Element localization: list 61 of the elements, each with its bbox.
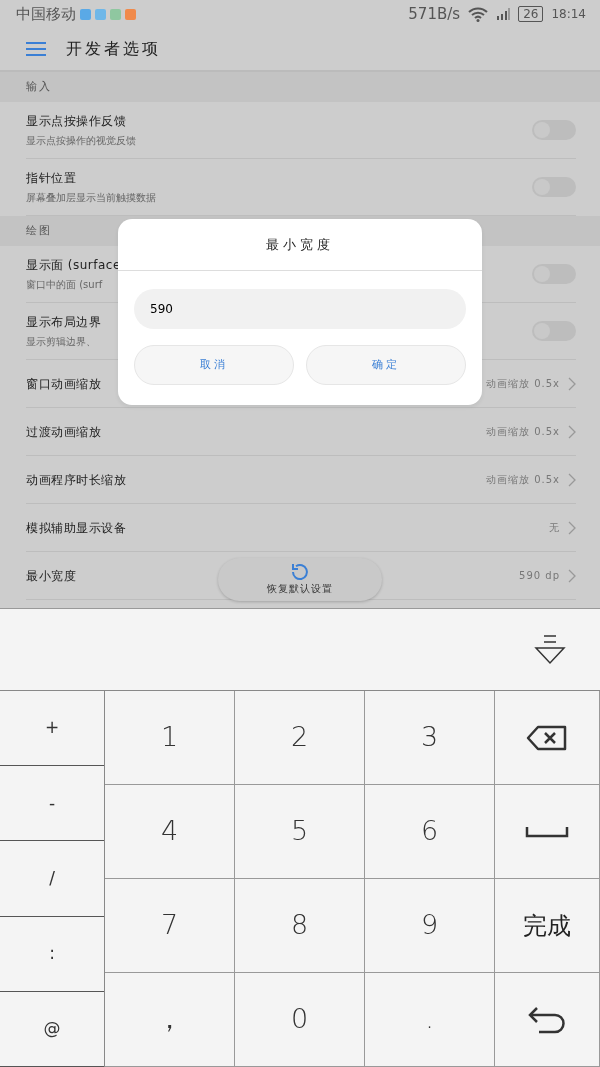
confirm-button[interactable]: 确定	[306, 345, 466, 385]
keyboard-key[interactable]: 3	[365, 691, 495, 785]
done-key[interactable]: 完成	[495, 879, 600, 973]
wifi-icon	[468, 6, 489, 22]
app-notification-icon	[80, 8, 91, 20]
dialog-title: 最小宽度	[266, 235, 334, 254]
setting-title: 指针位置	[26, 170, 77, 187]
chevron-right-icon	[568, 568, 576, 583]
setting-description: 显示点按操作的视觉反馈	[26, 134, 136, 148]
setting-title: 显示布局边界	[26, 314, 101, 331]
keyboard-key[interactable]: .	[365, 973, 495, 1067]
chevron-right-icon	[568, 520, 576, 535]
setting-value: 动画缩放 0.5x	[486, 377, 560, 391]
restore-defaults-button[interactable]: 恢复默认设置	[218, 558, 382, 601]
setting-description: 窗口中的面 (surf	[26, 278, 104, 292]
keyboard-key[interactable]: ，	[105, 973, 235, 1067]
setting-title: 显示面 (surface	[26, 257, 121, 274]
page-title: 开发者选项	[66, 38, 161, 60]
clock: 18:14	[551, 6, 586, 23]
menu-icon[interactable]	[26, 41, 46, 57]
keyboard-key[interactable]: 5	[235, 785, 365, 879]
setting-value: 590 dp	[519, 569, 560, 583]
app-notification-icon	[95, 8, 106, 20]
network-speed: 571B/s	[408, 3, 461, 25]
carrier-name: 中国移动	[16, 3, 76, 25]
section-header: 输入	[26, 78, 52, 95]
enter-key[interactable]	[495, 973, 600, 1067]
space-icon	[525, 825, 569, 838]
setting-title: 过渡动画缩放	[26, 423, 101, 441]
keyboard-key[interactable]: 1	[105, 691, 235, 785]
signal-icon	[496, 8, 511, 20]
section-header: 绘图	[26, 222, 52, 239]
setting-description: 显示剪辑边界、	[26, 335, 97, 349]
keyboard-key[interactable]: 0	[235, 973, 365, 1067]
keyboard-key[interactable]: 6	[365, 785, 495, 879]
chevron-right-icon	[568, 472, 576, 487]
app-notification-icon	[125, 8, 136, 20]
setting-title: 窗口动画缩放	[26, 375, 101, 393]
hide-keyboard-icon[interactable]	[534, 633, 566, 666]
setting-value: 无	[549, 521, 560, 535]
chevron-right-icon	[568, 424, 576, 439]
input-field[interactable]: 590	[134, 289, 466, 329]
setting-value: 动画缩放 0.5x	[486, 425, 560, 439]
setting-title: 显示点按操作反馈	[26, 113, 127, 130]
setting-title: 最小宽度	[26, 567, 76, 585]
backspace-key[interactable]	[495, 691, 600, 785]
keyboard-key[interactable]: 2	[235, 691, 365, 785]
setting-value: 动画缩放 0.5x	[486, 473, 560, 487]
battery-level: 26	[518, 6, 544, 22]
keyboard-key[interactable]: 4	[105, 785, 235, 879]
keyboard-key[interactable]: 8	[235, 879, 365, 973]
app-notification-icon	[110, 8, 121, 20]
keyboard-key[interactable]: 7	[105, 879, 235, 973]
cancel-button[interactable]: 取消	[134, 345, 294, 385]
setting-description: 屏幕叠加层显示当前触摸数据	[26, 191, 156, 205]
setting-title: 动画程序时长缩放	[26, 471, 126, 489]
backspace-icon	[526, 724, 568, 751]
setting-title: 模拟辅助显示设备	[26, 519, 126, 537]
keyboard-key[interactable]: 9	[365, 879, 495, 973]
chevron-right-icon	[568, 376, 576, 391]
refresh-icon	[289, 561, 311, 583]
